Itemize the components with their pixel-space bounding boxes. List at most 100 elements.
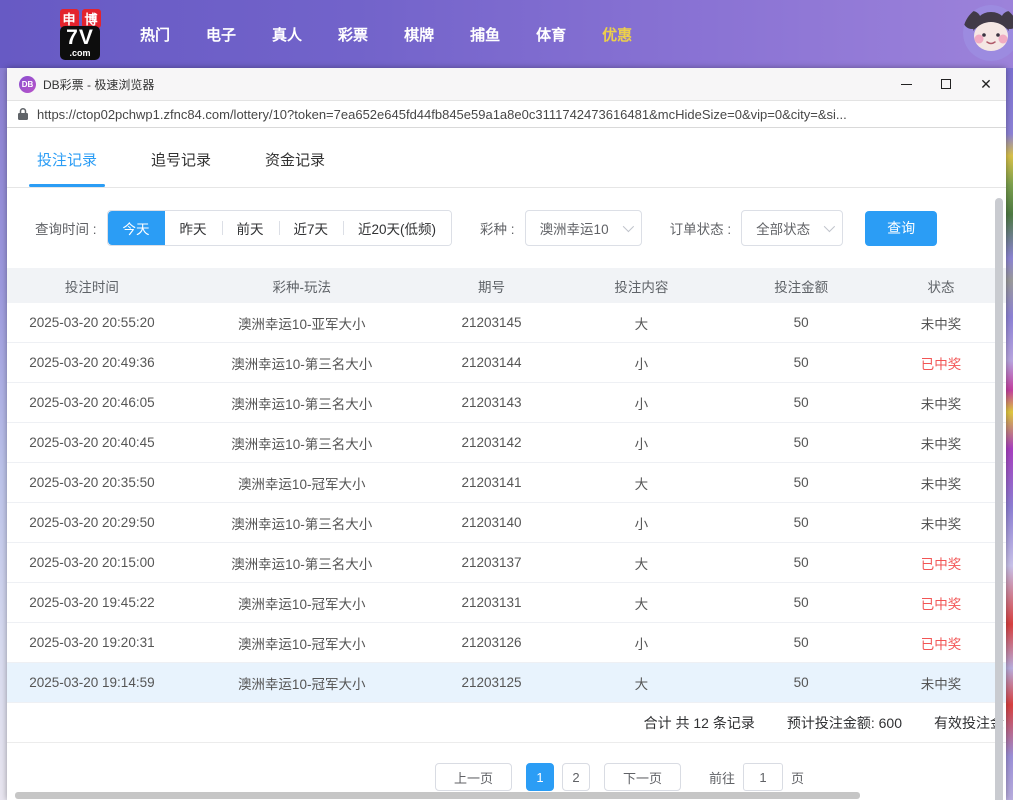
- table-cell: 2025-03-20 20:29:50: [7, 515, 177, 530]
- table-cell: 澳洲幸运10-亚军大小: [177, 313, 427, 333]
- table-cell: 未中奖: [876, 313, 1006, 333]
- avatar-illustration: [963, 5, 1013, 61]
- close-icon: ✕: [980, 77, 992, 91]
- tab-2[interactable]: 追号记录: [149, 149, 213, 187]
- table-cell: 21203126: [427, 635, 557, 650]
- lottery-select[interactable]: 澳洲幸运10: [525, 210, 642, 246]
- column-header: 投注时间: [7, 276, 177, 296]
- filter-bar: 查询时间 : 今天昨天前天近7天近20天(低频) 彩种 : 澳洲幸运10 订单状…: [7, 188, 1006, 268]
- table-cell: 大: [556, 553, 726, 573]
- time-option-1[interactable]: 今天: [108, 211, 165, 245]
- nav-item-4[interactable]: 彩票: [338, 24, 368, 45]
- table-cell: 未中奖: [876, 513, 1006, 533]
- table-cell: 2025-03-20 19:20:31: [7, 635, 177, 650]
- pagination: 上一页 12 下一页 前往 页: [435, 763, 804, 791]
- table-cell: 澳洲幸运10-冠军大小: [177, 633, 427, 653]
- chevron-down-icon: [622, 221, 633, 232]
- time-option-4[interactable]: 近7天: [279, 211, 344, 245]
- table-row[interactable]: 2025-03-20 20:15:00澳洲幸运10-第三名大小21203137大…: [7, 543, 1006, 583]
- address-bar[interactable]: https://ctop02pchwp1.zfnc84.com/lottery/…: [7, 100, 1006, 128]
- table-cell: 已中奖: [876, 553, 1006, 573]
- status-filter-label: 订单状态 :: [670, 218, 732, 238]
- table-cell: 未中奖: [876, 473, 1006, 493]
- nav-item-8[interactable]: 优惠: [602, 24, 632, 45]
- status-select-value: 全部状态: [756, 218, 810, 238]
- window-controls: ✕: [886, 68, 1006, 100]
- time-filter-group: 今天昨天前天近7天近20天(低频): [107, 210, 453, 246]
- table-row[interactable]: 2025-03-20 20:29:50澳洲幸运10-第三名大小21203140小…: [7, 503, 1006, 543]
- next-page-button[interactable]: 下一页: [604, 763, 681, 791]
- table-body: 2025-03-20 20:55:20澳洲幸运10-亚军大小21203145大5…: [7, 303, 1006, 703]
- tab-3[interactable]: 资金记录: [263, 149, 327, 187]
- table-row[interactable]: 2025-03-20 20:49:36澳洲幸运10-第三名大小21203144小…: [7, 343, 1006, 383]
- nav-item-7[interactable]: 体育: [536, 24, 566, 45]
- page-edge-left: [0, 68, 7, 800]
- table-row[interactable]: 2025-03-20 19:20:31澳洲幸运10-冠军大小21203126小5…: [7, 623, 1006, 663]
- nav-item-3[interactable]: 真人: [272, 24, 302, 45]
- site-logo[interactable]: 申 博 7V .com: [48, 9, 112, 60]
- time-option-5[interactable]: 近20天(低频): [343, 211, 451, 245]
- table-cell: 澳洲幸运10-第三名大小: [177, 433, 427, 453]
- table-cell: 小: [556, 513, 726, 533]
- logo-char-2: 博: [82, 9, 101, 28]
- page-button-1[interactable]: 1: [526, 763, 554, 791]
- goto-label: 前往: [709, 768, 735, 787]
- table-cell: 澳洲幸运10-冠军大小: [177, 673, 427, 693]
- table-cell: 大: [556, 593, 726, 613]
- goto-page-suffix: 页: [791, 768, 804, 787]
- table-cell: 50: [726, 595, 876, 610]
- window-favicon: DB: [19, 76, 36, 93]
- goto-page-input[interactable]: [743, 763, 783, 791]
- table-cell: 21203145: [427, 315, 557, 330]
- column-header: 期号: [427, 276, 557, 296]
- time-option-2[interactable]: 昨天: [165, 211, 222, 245]
- table-row[interactable]: 2025-03-20 19:14:59澳洲幸运10-冠军大小21203125大5…: [7, 663, 1006, 703]
- horizontal-scrollbar[interactable]: [15, 792, 860, 799]
- nav-item-5[interactable]: 棋牌: [404, 24, 434, 45]
- table-cell: 2025-03-20 20:46:05: [7, 395, 177, 410]
- logo-char-1: 申: [60, 9, 79, 28]
- table-header-row: 投注时间彩种-玩法期号投注内容投注金额状态: [7, 268, 1006, 303]
- table-row[interactable]: 2025-03-20 20:35:50澳洲幸运10-冠军大小21203141大5…: [7, 463, 1006, 503]
- table-cell: 50: [726, 475, 876, 490]
- nav-item-6[interactable]: 捕鱼: [470, 24, 500, 45]
- prev-page-button[interactable]: 上一页: [435, 763, 512, 791]
- table-cell: 50: [726, 395, 876, 410]
- nav-item-1[interactable]: 热门: [140, 24, 170, 45]
- goto-page: 前往 页: [709, 763, 804, 791]
- user-avatar[interactable]: [963, 5, 1013, 61]
- tab-1[interactable]: 投注记录: [35, 149, 99, 187]
- table-row[interactable]: 2025-03-20 20:46:05澳洲幸运10-第三名大小21203143小…: [7, 383, 1006, 423]
- table-cell: 50: [726, 315, 876, 330]
- query-button[interactable]: 查询: [865, 211, 937, 246]
- nav-item-2[interactable]: 电子: [206, 24, 236, 45]
- site-nav: 热门 电子 真人 彩票 棋牌 捕鱼 体育 优惠: [140, 24, 632, 45]
- table-cell: 50: [726, 355, 876, 370]
- time-option-3[interactable]: 前天: [222, 211, 279, 245]
- table-row[interactable]: 2025-03-20 19:45:22澳洲幸运10-冠军大小21203131大5…: [7, 583, 1006, 623]
- table-cell: 澳洲幸运10-冠军大小: [177, 593, 427, 613]
- status-select[interactable]: 全部状态: [741, 210, 843, 246]
- column-header: 投注金额: [726, 276, 876, 296]
- window-title-bar[interactable]: DB DB彩票 - 极速浏览器 ✕: [7, 68, 1006, 100]
- table-cell: 2025-03-20 20:49:36: [7, 355, 177, 370]
- screen: 申 博 7V .com 热门 电子 真人 彩票 棋牌 捕鱼 体育 优惠: [0, 0, 1013, 800]
- vertical-scrollbar[interactable]: [995, 198, 1003, 800]
- table-cell: 21203144: [427, 355, 557, 370]
- table-row[interactable]: 2025-03-20 20:55:20澳洲幸运10-亚军大小21203145大5…: [7, 303, 1006, 343]
- page-edge-right: [1006, 68, 1013, 800]
- table-row[interactable]: 2025-03-20 20:40:45澳洲幸运10-第三名大小21203142小…: [7, 423, 1006, 463]
- page-content: 投注记录 追号记录 资金记录 查询时间 : 今天昨天前天近7天近20天(低频) 彩种…: [7, 128, 1006, 800]
- table-cell: 未中奖: [876, 673, 1006, 693]
- column-header: 投注内容: [556, 276, 726, 296]
- maximize-button[interactable]: [926, 68, 966, 100]
- table-cell: 21203140: [427, 515, 557, 530]
- minimize-button[interactable]: [886, 68, 926, 100]
- table-cell: 大: [556, 313, 726, 333]
- url-text[interactable]: https://ctop02pchwp1.zfnc84.com/lottery/…: [37, 107, 847, 122]
- page-button-2[interactable]: 2: [562, 763, 590, 791]
- maximize-icon: [941, 79, 951, 89]
- table-cell: 2025-03-20 20:55:20: [7, 315, 177, 330]
- close-button[interactable]: ✕: [966, 68, 1006, 100]
- table-cell: 澳洲幸运10-第三名大小: [177, 393, 427, 413]
